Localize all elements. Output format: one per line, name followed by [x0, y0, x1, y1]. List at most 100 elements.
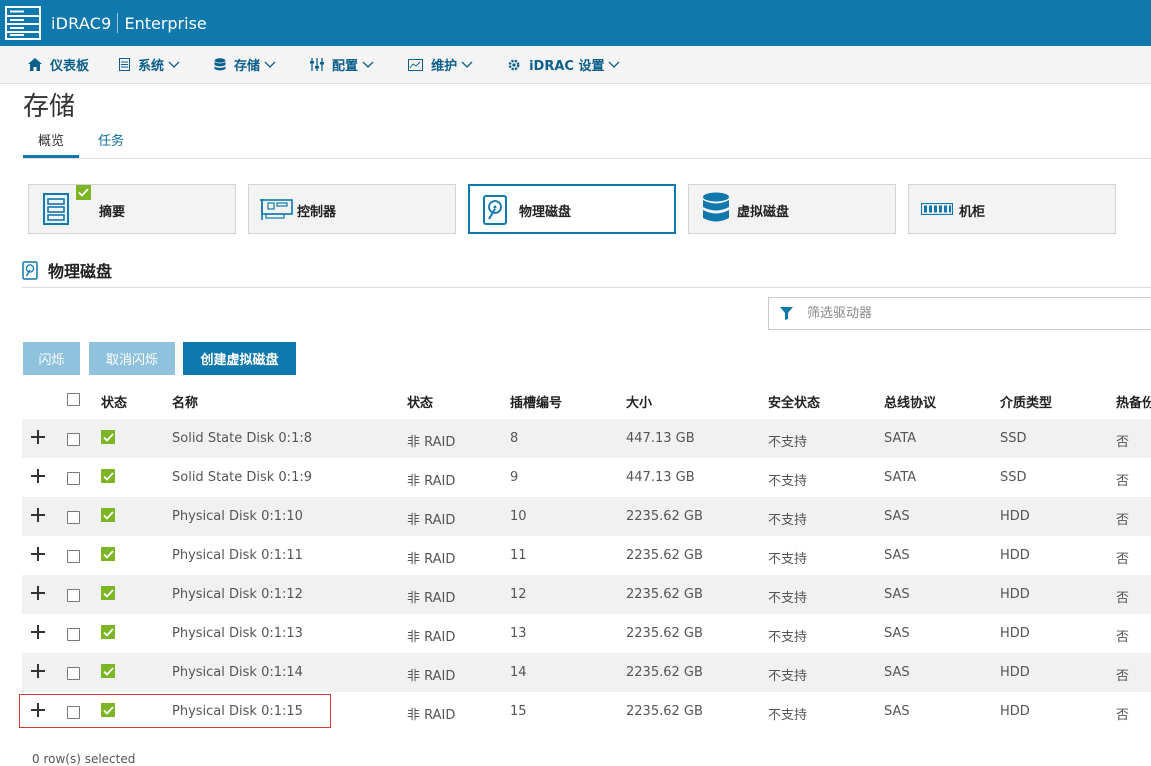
card-enclosures[interactable]: 机柜 — [908, 184, 1116, 234]
cell-size: 2235.62 GB — [626, 665, 703, 680]
status-ok-icon — [101, 469, 115, 483]
table-row[interactable]: Physical Disk 0:1:13 非 RAID 13 2235.62 GB 不支… — [22, 614, 1151, 653]
table-row[interactable]: Physical Disk 0:1:11 非 RAID 11 2235.62 GB 不支… — [22, 536, 1151, 575]
cell-state: 非 RAID — [407, 708, 456, 723]
nav-idrac-settings[interactable]: iDRAC 设置 — [507, 55, 620, 74]
tab-jobs[interactable]: 任务 — [83, 132, 139, 158]
table-row[interactable]: Physical Disk 0:1:12 非 RAID 12 2235.62 GB 不支… — [22, 575, 1151, 614]
card-virtual-disks[interactable]: 虚拟磁盘 — [688, 184, 896, 234]
nav-dashboard[interactable]: 仪表板 — [28, 55, 89, 74]
cell-bus: SAS — [884, 626, 910, 641]
cell-size: 447.13 GB — [626, 431, 695, 446]
page-title: 存储 — [23, 92, 76, 122]
cell-state: 非 RAID — [407, 591, 456, 606]
select-all-checkbox[interactable] — [67, 393, 80, 406]
expand-row-icon[interactable] — [31, 508, 45, 522]
cell-media: HDD — [1000, 626, 1030, 641]
row-select-checkbox[interactable] — [67, 472, 80, 485]
card-label: 控制器 — [297, 205, 337, 220]
cell-state: 非 RAID — [407, 630, 456, 645]
cell-name: Physical Disk 0:1:14 — [172, 665, 303, 680]
filter-icon — [780, 307, 793, 320]
cell-bus: SAS — [884, 587, 910, 602]
chevron-down-icon — [461, 61, 473, 69]
nav-system[interactable]: 系统 — [119, 55, 180, 74]
section-title: 物理磁盘 — [48, 262, 113, 281]
card-summary[interactable]: 摘要 — [28, 184, 236, 234]
row-select-checkbox[interactable] — [67, 433, 80, 446]
nav-storage[interactable]: 存储 — [214, 55, 276, 74]
cell-slot: 12 — [510, 587, 527, 602]
status-ok-icon — [101, 586, 115, 600]
table-row[interactable]: Solid State Disk 0:1:8 非 RAID 8 447.13 GB 不支… — [22, 419, 1151, 458]
nav-label: 配置 — [332, 59, 359, 74]
expand-row-icon[interactable] — [31, 469, 45, 483]
virtual-disk-icon — [702, 192, 730, 226]
cell-size: 2235.62 GB — [626, 587, 703, 602]
column-header-name[interactable]: 名称 — [172, 392, 198, 411]
table-row[interactable]: Physical Disk 0:1:10 非 RAID 10 2235.62 GB 不支… — [22, 497, 1151, 536]
cell-slot: 15 — [510, 704, 527, 719]
nav-maintenance[interactable]: 维护 — [408, 55, 473, 74]
row-select-checkbox[interactable] — [67, 550, 80, 563]
cell-name: Physical Disk 0:1:11 — [172, 548, 303, 563]
cell-media: SSD — [1000, 470, 1027, 485]
expand-row-icon[interactable] — [31, 430, 45, 444]
expand-row-icon[interactable] — [31, 547, 45, 561]
tab-divider — [23, 158, 1151, 159]
card-label: 摘要 — [99, 205, 126, 220]
enclosure-icon — [921, 203, 953, 215]
summary-icon — [43, 193, 69, 225]
card-physical-disks[interactable]: 物理磁盘 — [468, 184, 676, 234]
status-ok-icon — [101, 430, 115, 444]
cell-state: 非 RAID — [407, 669, 456, 684]
row-select-checkbox[interactable] — [67, 628, 80, 641]
column-header-state[interactable]: 状态 — [407, 392, 433, 411]
column-header-hotspare[interactable]: 热备份 — [1116, 392, 1151, 411]
table-row[interactable]: Solid State Disk 0:1:9 非 RAID 9 447.13 GB 不支… — [22, 458, 1151, 497]
chevron-down-icon — [264, 61, 276, 69]
cell-media: HDD — [1000, 548, 1030, 563]
expand-row-icon[interactable] — [31, 625, 45, 639]
column-header-status[interactable]: 状态 — [101, 392, 127, 411]
cell-hotspare: 否 — [1116, 669, 1130, 684]
cell-hotspare: 否 — [1116, 630, 1130, 645]
blink-button[interactable]: 闪烁 — [23, 342, 80, 375]
cell-security: 不支持 — [768, 591, 808, 606]
gear-icon — [507, 58, 521, 72]
status-ok-icon — [101, 664, 115, 678]
table-header: 状态 名称 状态 插槽编号 大小 安全状态 总线协议 介质类型 热备份 — [22, 381, 1151, 419]
cell-bus: SAS — [884, 704, 910, 719]
tab-overview[interactable]: 概览 — [23, 132, 80, 158]
column-header-slot[interactable]: 插槽编号 — [510, 392, 562, 411]
cell-slot: 10 — [510, 509, 527, 524]
cell-security: 不支持 — [768, 630, 808, 645]
cell-media: HDD — [1000, 665, 1030, 680]
expand-row-icon[interactable] — [31, 586, 45, 600]
brand-edition: Enterprise — [124, 13, 207, 33]
row-select-checkbox[interactable] — [67, 589, 80, 602]
column-header-bus[interactable]: 总线协议 — [884, 392, 936, 411]
cell-security: 不支持 — [768, 513, 808, 528]
column-header-size[interactable]: 大小 — [626, 392, 652, 411]
controller-icon — [260, 196, 294, 222]
cell-bus: SAS — [884, 548, 910, 563]
row-select-checkbox[interactable] — [67, 667, 80, 680]
cell-name: Solid State Disk 0:1:8 — [172, 431, 312, 446]
checkmark-icon — [76, 185, 91, 200]
create-virtual-disk-button[interactable]: 创建虚拟磁盘 — [183, 342, 296, 375]
expand-row-icon[interactable] — [31, 664, 45, 678]
nav-configuration[interactable]: 配置 — [310, 55, 374, 74]
card-controllers[interactable]: 控制器 — [248, 184, 456, 234]
top-banner: iDRAC9 Enterprise — [0, 0, 1151, 46]
cell-media: SSD — [1000, 431, 1027, 446]
column-header-security[interactable]: 安全状态 — [768, 392, 820, 411]
row-select-checkbox[interactable] — [67, 511, 80, 524]
cell-size: 2235.62 GB — [626, 548, 703, 563]
column-header-media[interactable]: 介质类型 — [1000, 392, 1052, 411]
unblink-button[interactable]: 取消闪烁 — [89, 342, 175, 375]
filter-drives-input[interactable] — [805, 305, 1109, 322]
cell-size: 2235.62 GB — [626, 509, 703, 524]
table-row[interactable]: Physical Disk 0:1:14 非 RAID 14 2235.62 GB 不支… — [22, 653, 1151, 692]
cell-media: HDD — [1000, 587, 1030, 602]
